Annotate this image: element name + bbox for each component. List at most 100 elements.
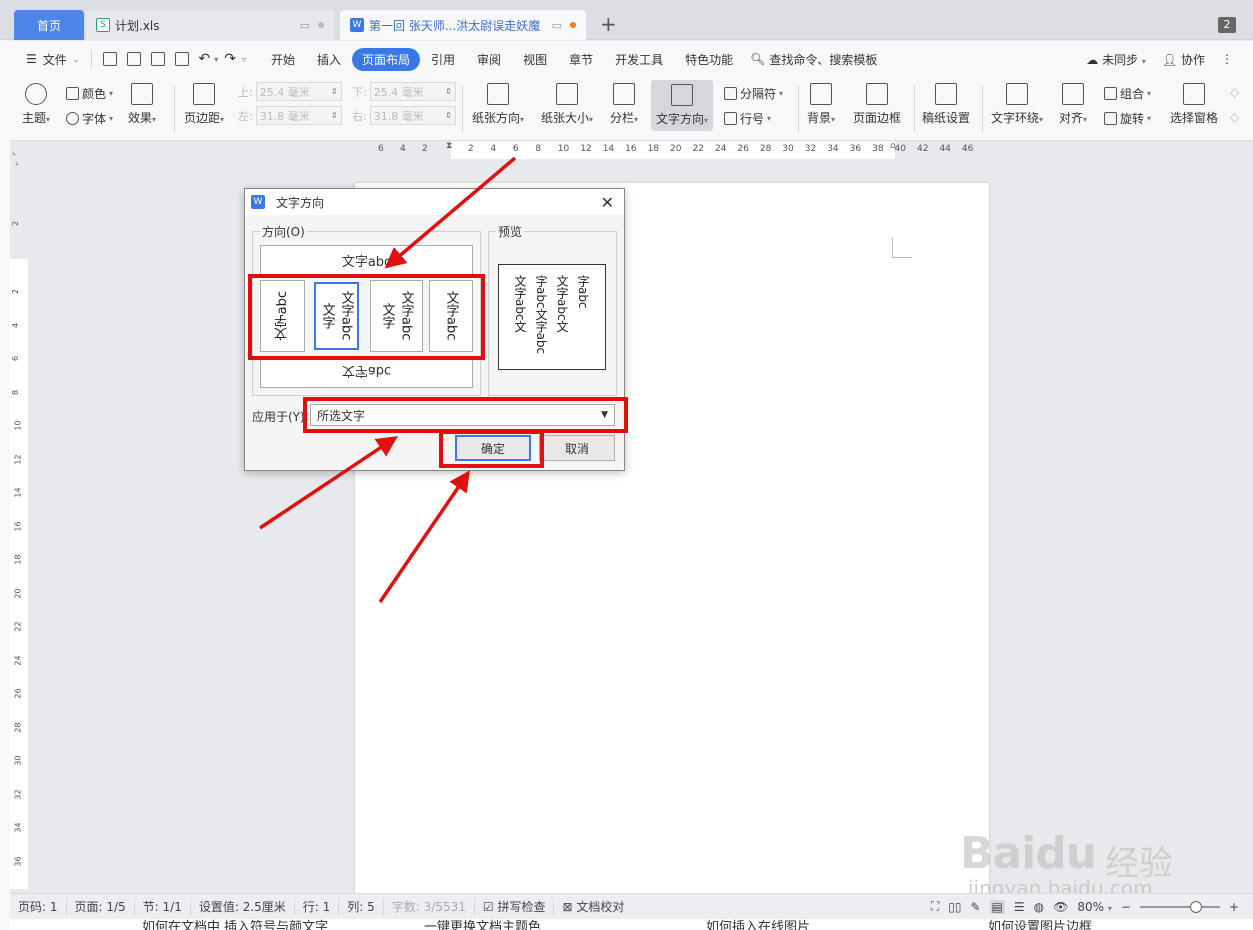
window-left-edge bbox=[0, 0, 10, 930]
related-link[interactable]: 如何设置图片边框 bbox=[988, 919, 1092, 930]
menu-developer[interactable]: 开发工具 bbox=[604, 51, 674, 68]
menu-section[interactable]: 章节 bbox=[558, 51, 604, 68]
status-word-count[interactable]: 字数: 3/5531 bbox=[384, 898, 475, 915]
tab-close-dot[interactable] bbox=[318, 22, 324, 28]
text-wrap-button[interactable]: 文字环绕▾ bbox=[991, 83, 1043, 126]
zoom-level[interactable]: 80% ▾ bbox=[1077, 900, 1112, 914]
window-count-badge[interactable]: 2 bbox=[1218, 17, 1236, 33]
menu-insert[interactable]: 插入 bbox=[306, 51, 352, 68]
print-preview-icon[interactable] bbox=[175, 52, 190, 66]
orientation-button[interactable]: 纸张方向▾ bbox=[472, 83, 524, 126]
related-link[interactable]: 如何插入在线图片 bbox=[706, 919, 810, 930]
related-link[interactable]: 如何在文档中 插入符号与颜文字 bbox=[142, 919, 328, 930]
status-pages[interactable]: 页面: 1/5 bbox=[67, 898, 135, 915]
page-view-icon[interactable]: ▤ bbox=[989, 899, 1005, 914]
sync-button[interactable]: ☁ 未同步 ▾ bbox=[1086, 51, 1146, 68]
menu-page-layout[interactable]: 页面布局 bbox=[352, 47, 421, 71]
tab-stop-icon[interactable]: ⌞ bbox=[12, 147, 16, 157]
undo-dropdown-icon[interactable]: ▾ bbox=[214, 55, 218, 64]
save-icon[interactable] bbox=[103, 52, 118, 66]
close-icon[interactable]: ✕ bbox=[601, 193, 614, 212]
monitor-icon[interactable]: ▭ bbox=[300, 19, 310, 32]
tab-spreadsheet[interactable]: S 计划.xls ▭ bbox=[86, 10, 334, 40]
text-direction-button[interactable]: 文字方向▾ bbox=[651, 80, 714, 131]
doc-proof-icon: ⊠ bbox=[562, 900, 573, 914]
option-upside-down-text: 文字abc bbox=[341, 362, 392, 378]
print-icon[interactable] bbox=[151, 52, 166, 66]
undo-icon[interactable]: ↶ bbox=[198, 51, 210, 67]
menu-special-features[interactable]: 特色功能 bbox=[674, 51, 744, 68]
unsaved-dot[interactable] bbox=[570, 22, 576, 28]
menu-review[interactable]: 审阅 bbox=[466, 51, 512, 68]
paper-setup-button[interactable]: 稿纸设置 bbox=[922, 83, 970, 126]
customize-toolbar-icon[interactable]: ▿ bbox=[242, 55, 246, 64]
option-horizontal[interactable]: 文字abc bbox=[260, 245, 473, 276]
outline-view-icon[interactable]: ☰ bbox=[1014, 900, 1025, 914]
background-button[interactable]: 背景▾ bbox=[807, 83, 835, 126]
option-upside-down[interactable]: 文字abc bbox=[260, 356, 473, 388]
margin-right-input[interactable]: 31.8 毫米 ⇕ bbox=[369, 106, 456, 125]
selection-pane-button[interactable]: 选择窗格 bbox=[1170, 83, 1218, 126]
menu-view[interactable]: 视图 bbox=[512, 51, 558, 68]
margins-button[interactable]: 页边距▾ bbox=[184, 83, 224, 126]
command-search[interactable]: 🔍︎ 查找命令、搜索模板 bbox=[750, 51, 877, 68]
margin-right-label: 右: bbox=[352, 109, 367, 123]
eye-protect-icon[interactable]: 👁︎ bbox=[1053, 900, 1068, 914]
new-tab-plus-icon[interactable]: + bbox=[600, 12, 617, 36]
status-setting[interactable]: 设置值: 2.5厘米 bbox=[191, 898, 295, 915]
page-border-button[interactable]: 页面边框 bbox=[853, 83, 901, 126]
paper-size-button[interactable]: 纸张大小▾ bbox=[541, 83, 593, 126]
file-menu[interactable]: ☰ 文件 ⌄ bbox=[10, 51, 85, 68]
menu-references[interactable]: 引用 bbox=[420, 51, 466, 68]
chevron-down-icon: ⌄ bbox=[72, 54, 80, 64]
fullscreen-icon[interactable]: ⛶ bbox=[931, 899, 939, 914]
tab-document[interactable]: W 第一回 张天师...洪太尉误走妖魔 ▭ bbox=[340, 10, 586, 40]
menu-bar: ☰ 文件 ⌄ ↶ ▾ ↷ ▿ 开始 插入 页面布局 引用 审阅 视图 章节 开发… bbox=[10, 41, 1253, 77]
line-numbers-button[interactable]: 行号 ▾ bbox=[724, 110, 771, 127]
tab-document-label: 第一回 张天师...洪太尉误走妖魔 bbox=[369, 18, 541, 33]
zoom-slider[interactable] bbox=[1139, 900, 1220, 913]
horizontal-ruler[interactable]: ⌞ ⧗ ⌂ 6 4 2 2 4 6 8 10 12 14 16 18 20 22 24 26 28 30 32 34 3… bbox=[10, 141, 1253, 159]
menu-home[interactable]: 开始 bbox=[260, 51, 306, 68]
breaks-button[interactable]: 分隔符 ▾ bbox=[724, 85, 783, 102]
zoom-out-icon[interactable]: − bbox=[1121, 900, 1131, 914]
chevron-down-icon: ▾ bbox=[704, 116, 709, 125]
columns-button[interactable]: 分栏▾ bbox=[610, 83, 638, 126]
vertical-ruler[interactable]: ⌞ 2 2 4 6 8 10 12 14 16 18 20 22 24 26 28 30 32 34 36 bbox=[10, 157, 28, 891]
theme-button[interactable]: 主题▾ bbox=[22, 83, 50, 126]
collaborate-button[interactable]: 👤︎ 协作 bbox=[1162, 51, 1205, 68]
reading-mode-icon[interactable]: ▯▯ bbox=[948, 900, 961, 914]
margin-left-input[interactable]: 31.8 毫米 ⇕ bbox=[255, 106, 342, 125]
margin-top-input[interactable]: 25.4 毫米 ⇕ bbox=[255, 82, 342, 101]
tab-home[interactable]: 首页 bbox=[14, 10, 84, 40]
zoom-in-icon[interactable]: + bbox=[1229, 900, 1239, 914]
group-button[interactable]: 组合 ▾ bbox=[1104, 85, 1151, 102]
dialog-title-bar[interactable]: W 文字方向 ✕ bbox=[245, 189, 624, 215]
align-button[interactable]: 对齐▾ bbox=[1059, 83, 1087, 126]
color-button[interactable]: 颜色 ▾ bbox=[66, 85, 113, 102]
status-section[interactable]: 节: 1/1 bbox=[135, 898, 191, 915]
rotate-button[interactable]: 旋转 ▾ bbox=[1104, 110, 1151, 127]
margin-bottom-input[interactable]: 25.4 毫米 ⇕ bbox=[369, 82, 456, 101]
ruler-tick-label: 10 bbox=[13, 420, 23, 431]
tab-stop-icon[interactable]: ⌞ bbox=[15, 157, 19, 167]
spell-check-button[interactable]: ☑ 拼写检查 bbox=[475, 898, 555, 915]
cancel-button[interactable]: 取消 bbox=[539, 435, 615, 461]
send-backward-icon[interactable]: ◇ bbox=[1230, 110, 1239, 124]
web-view-icon[interactable]: ◍ bbox=[1034, 900, 1044, 914]
redo-icon[interactable]: ↷ bbox=[224, 51, 236, 67]
group-icon bbox=[1104, 87, 1117, 100]
doc-proof-button[interactable]: ⊠ 文档校对 bbox=[554, 898, 632, 915]
monitor-icon[interactable]: ▭ bbox=[552, 19, 562, 32]
zoom-slider-knob[interactable] bbox=[1189, 900, 1202, 913]
effect-button[interactable]: 效果▾ bbox=[128, 83, 156, 126]
effect-label: 效果 bbox=[128, 111, 153, 125]
status-page-code[interactable]: 页码: 1 bbox=[10, 898, 67, 915]
more-menu-icon[interactable]: ⋮ bbox=[1221, 52, 1233, 66]
export-pdf-icon[interactable] bbox=[127, 52, 142, 66]
font-button[interactable]: 字体 ▾ bbox=[66, 110, 113, 127]
pen-icon[interactable]: ✎ bbox=[970, 900, 980, 914]
bring-forward-icon[interactable]: ◇ bbox=[1230, 85, 1239, 99]
related-link[interactable]: 一键更换文档主题色 bbox=[424, 919, 541, 930]
indent-marker-icon[interactable]: ⧗ bbox=[446, 141, 452, 151]
